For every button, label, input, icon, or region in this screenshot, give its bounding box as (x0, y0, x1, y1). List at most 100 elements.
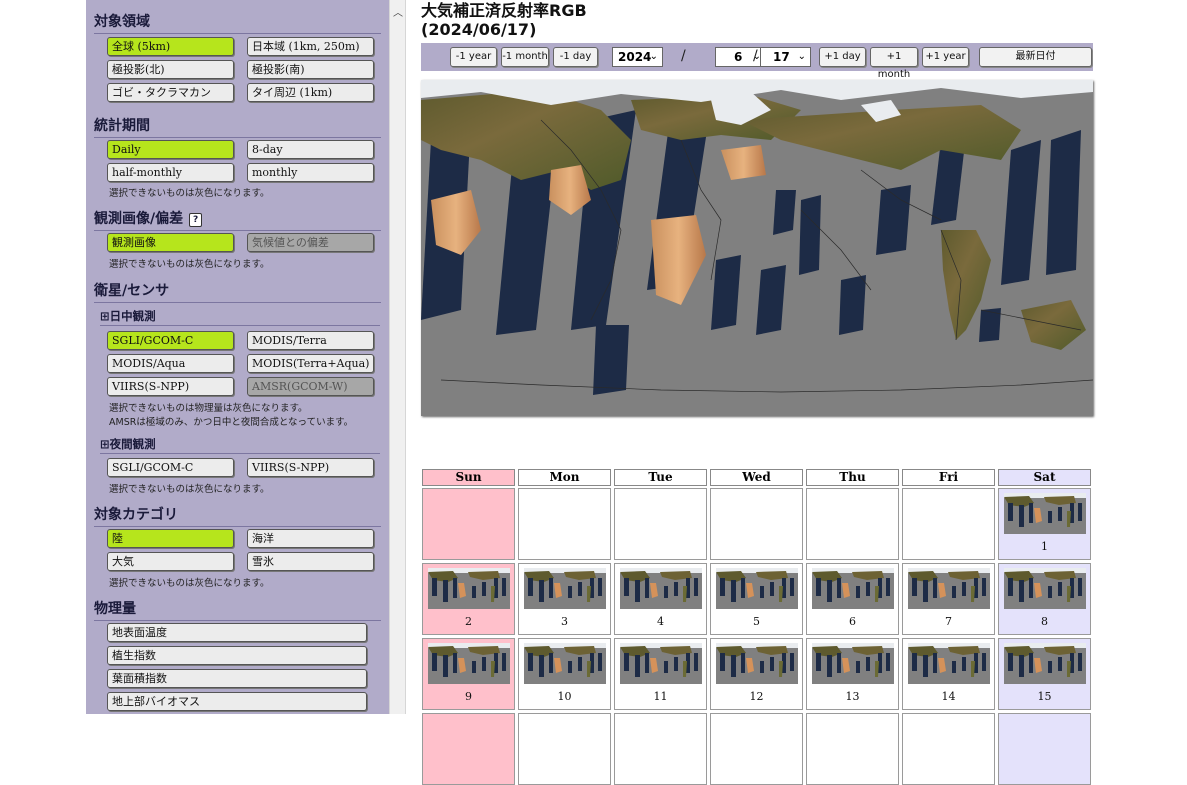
day-thumbnail-image[interactable] (908, 568, 990, 609)
calendar-day-cell[interactable]: 3 (518, 563, 611, 635)
month-value: 6 (734, 50, 743, 64)
plus-year-button[interactable]: +1 year (922, 47, 969, 67)
calendar-day-cell[interactable] (710, 713, 803, 785)
period-8day-button[interactable]: 8-day (247, 140, 374, 159)
day-number: 14 (941, 690, 956, 703)
minus-month-button[interactable]: -1 month (501, 47, 549, 67)
help-icon[interactable]: ? (189, 213, 203, 227)
physical-vi-button[interactable]: 植生指数 (107, 646, 367, 665)
calendar-day-cell[interactable] (806, 713, 899, 785)
day-thumbnail-image[interactable] (1004, 643, 1086, 684)
calendar-day-cell[interactable]: 7 (902, 563, 995, 635)
minus-day-button[interactable]: -1 day (553, 47, 598, 67)
calendar-day-cell[interactable]: 4 (614, 563, 707, 635)
night-observation-label: 夜間観測 (109, 437, 156, 451)
category-ocean-button[interactable]: 海洋 (247, 529, 374, 548)
calendar-day-cell[interactable]: 9 (422, 638, 515, 710)
date-toolbar: -1 year -1 month -1 day 2024 ⌄ / 6 ⌄ / 17 ⌄… (421, 43, 1093, 80)
area-thailand-button[interactable]: タイ周辺 (1km) (247, 83, 374, 102)
day-sgli-button[interactable]: SGLI/GCOM-C (107, 331, 234, 350)
day-modis-terra-button[interactable]: MODIS/Terra (247, 331, 374, 350)
category-land-button[interactable]: 陸 (107, 529, 234, 548)
calendar-day-cell (614, 488, 707, 560)
calendar-day-cell[interactable] (614, 713, 707, 785)
calendar-day-cell[interactable]: 13 (806, 638, 899, 710)
day-thumbnail-image[interactable] (620, 643, 702, 684)
plus-day-button[interactable]: +1 day (819, 47, 866, 67)
day-thumbnail-image[interactable] (1004, 568, 1086, 609)
day-number: 8 (1041, 615, 1048, 628)
global-rgb-map[interactable] (421, 80, 1094, 416)
day-observation-label: 日中観測 (109, 309, 156, 323)
physical-lai-button[interactable]: 葉面積指数 (107, 669, 367, 688)
physical-lst-button[interactable]: 地表面温度 (107, 623, 367, 642)
sidebar-scrollbar[interactable]: ︿ (389, 0, 406, 714)
day-modis-aqua-button[interactable]: MODIS/Aqua (107, 354, 234, 373)
day-thumbnail-image[interactable] (524, 568, 606, 609)
section-target-area: 対象領域 (94, 11, 381, 34)
month-select[interactable]: 6 ⌄ (715, 47, 766, 67)
area-gobi-button[interactable]: ゴビ・タクラマカン (107, 83, 234, 102)
scroll-up-icon[interactable]: ︿ (393, 4, 403, 19)
calendar-day-cell[interactable]: 14 (902, 638, 995, 710)
day-thumbnail-image[interactable] (812, 643, 894, 684)
day-amsr-button[interactable]: AMSR(GCOM-W) (247, 377, 374, 396)
day-number: 7 (945, 615, 952, 628)
plus-month-button[interactable]: +1 month (870, 47, 918, 80)
day-thumbnail-image[interactable] (716, 568, 798, 609)
climate-deviation-button[interactable]: 気候値との偏差 (247, 233, 374, 252)
weekday-header-sat: Sat (998, 469, 1091, 486)
weekday-header-tue: Tue (614, 469, 707, 486)
day-thumbnail-image[interactable] (908, 643, 990, 684)
category-snow-ice-button[interactable]: 雪氷 (247, 552, 374, 571)
section-physical: 物理量 (94, 598, 381, 621)
day-thumbnail-image[interactable] (428, 568, 510, 609)
day-thumbnail-image[interactable] (524, 643, 606, 684)
day-number: 13 (845, 690, 860, 703)
night-viirs-button[interactable]: VIIRS(S-NPP) (247, 458, 374, 477)
day-thumbnail-image[interactable] (428, 643, 510, 684)
day-thumbnail-image[interactable] (716, 643, 798, 684)
calendar-day-cell[interactable] (518, 713, 611, 785)
calendar-day-cell[interactable] (902, 713, 995, 785)
day-thumbnail-image[interactable] (620, 568, 702, 609)
calendar-day-cell[interactable]: 6 (806, 563, 899, 635)
day-thumbnail-image[interactable] (812, 568, 894, 609)
calendar-day-cell[interactable]: 1 (998, 488, 1091, 560)
day-number: 15 (1037, 690, 1052, 703)
calendar-day-cell[interactable]: 2 (422, 563, 515, 635)
day-value: 17 (773, 50, 790, 64)
area-south-polar-button[interactable]: 極投影(南) (247, 60, 374, 79)
day-thumbnail-image[interactable] (1004, 493, 1086, 534)
expand-icon[interactable]: ⊞ (100, 309, 110, 323)
calendar-day-cell[interactable]: 5 (710, 563, 803, 635)
obs-image-heading: 観測画像/偏差 (94, 211, 184, 227)
calendar-day-cell[interactable]: 12 (710, 638, 803, 710)
day-modis-terra-aqua-button[interactable]: MODIS(Terra+Aqua) (247, 354, 374, 373)
area-north-polar-button[interactable]: 極投影(北) (107, 60, 234, 79)
night-sgli-button[interactable]: SGLI/GCOM-C (107, 458, 234, 477)
calendar-day-cell[interactable]: 8 (998, 563, 1091, 635)
calendar-day-cell[interactable] (998, 713, 1091, 785)
period-monthly-button[interactable]: monthly (247, 163, 374, 182)
minus-year-button[interactable]: -1 year (450, 47, 497, 67)
calendar-day-cell[interactable] (422, 713, 515, 785)
physical-biomass-button[interactable]: 地上部バイオマス (107, 692, 367, 711)
section-category: 対象カテゴリ (94, 504, 381, 527)
period-half-monthly-button[interactable]: half-monthly (107, 163, 234, 182)
area-japan-button[interactable]: 日本域 (1km, 250m) (247, 37, 374, 56)
obs-image-button[interactable]: 観測画像 (107, 233, 234, 252)
day-select[interactable]: 17 ⌄ (760, 47, 811, 67)
day-viirs-button[interactable]: VIIRS(S-NPP) (107, 377, 234, 396)
calendar-day-cell[interactable]: 10 (518, 638, 611, 710)
year-select[interactable]: 2024 ⌄ (612, 47, 663, 67)
year-value: 2024 (618, 50, 652, 64)
calendar-day-cell[interactable]: 15 (998, 638, 1091, 710)
period-daily-button[interactable]: Daily (107, 140, 234, 159)
latest-date-button[interactable]: 最新日付 (979, 47, 1092, 67)
expand-icon[interactable]: ⊞ (100, 437, 110, 451)
category-atmosphere-button[interactable]: 大気 (107, 552, 234, 571)
calendar-day-cell[interactable]: 11 (614, 638, 707, 710)
area-global-button[interactable]: 全球 (5km) (107, 37, 234, 56)
day-note-1: 選択できないものは物理量は灰色になります。 (109, 403, 308, 414)
